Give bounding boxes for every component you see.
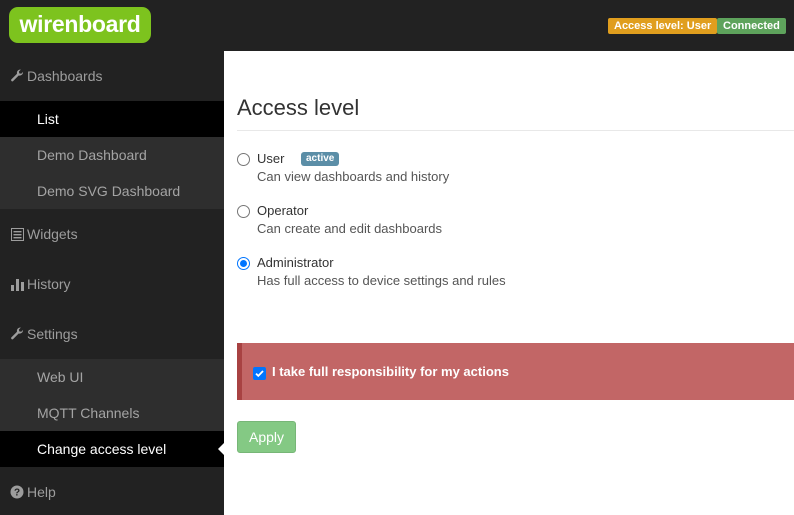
option-name-user: User bbox=[257, 151, 285, 166]
responsibility-checkbox[interactable] bbox=[253, 367, 266, 380]
wirenboard-logo[interactable]: wirenboard bbox=[9, 7, 151, 43]
active-badge: active bbox=[301, 152, 340, 166]
svg-text:?: ? bbox=[14, 488, 20, 499]
option-desc-administrator: Has full access to device settings and r… bbox=[257, 273, 506, 288]
responsibility-alert: I take full responsibility for my action… bbox=[237, 343, 794, 400]
sidebar-item-change-access-level[interactable]: Change access level bbox=[0, 431, 224, 467]
radio-user[interactable] bbox=[237, 153, 250, 166]
main-content: Access level User active Can view dashbo… bbox=[224, 51, 794, 515]
radio-administrator[interactable] bbox=[237, 257, 250, 270]
option-desc-user: Can view dashboards and history bbox=[257, 169, 450, 184]
sidebar-item-demo-dashboard[interactable]: Demo Dashboard bbox=[0, 137, 224, 173]
title-divider bbox=[237, 130, 794, 131]
sidebar-label-dashboards: Dashboards bbox=[27, 68, 103, 84]
sidebar-item-settings[interactable]: Settings bbox=[0, 324, 224, 344]
sidebar-label-widgets: Widgets bbox=[27, 226, 78, 242]
sidebar-item-demo-svg-dashboard[interactable]: Demo SVG Dashboard bbox=[0, 173, 224, 209]
sidebar-label-settings: Settings bbox=[27, 326, 78, 342]
option-desc-operator: Can create and edit dashboards bbox=[257, 221, 443, 236]
responsibility-label[interactable]: I take full responsibility for my action… bbox=[272, 364, 509, 379]
sidebar-item-history[interactable]: History bbox=[0, 274, 224, 294]
connection-status-badge: Connected bbox=[717, 18, 786, 34]
option-name-administrator: Administrator bbox=[257, 255, 334, 270]
option-name-operator: Operator bbox=[257, 203, 309, 218]
sidebar-item-dashboards[interactable]: Dashboards bbox=[0, 66, 224, 86]
sidebar-item-list[interactable]: List bbox=[0, 101, 224, 137]
list-icon bbox=[9, 224, 25, 244]
sidebar: Dashboards List Demo Dashboard Demo SVG … bbox=[0, 51, 224, 515]
sidebar-label-change-access-level: Change access level bbox=[37, 441, 167, 457]
sidebar-item-mqtt-channels[interactable]: MQTT Channels bbox=[0, 395, 224, 431]
access-level-badge: Access level: User bbox=[608, 18, 718, 34]
bar-chart-icon bbox=[9, 274, 25, 294]
wrench-icon bbox=[9, 324, 25, 344]
wrench-icon bbox=[9, 66, 25, 86]
radio-operator[interactable] bbox=[237, 205, 250, 218]
sidebar-item-web-ui[interactable]: Web UI bbox=[0, 359, 224, 395]
sidebar-label-help: Help bbox=[27, 484, 56, 500]
sidebar-item-help[interactable]: ? Help bbox=[0, 482, 224, 502]
apply-button[interactable]: Apply bbox=[237, 421, 296, 453]
page-title: Access level bbox=[237, 95, 360, 120]
question-circle-icon: ? bbox=[9, 482, 25, 502]
top-navbar: wirenboard Access level: User Connected bbox=[0, 0, 794, 51]
sidebar-label-history: History bbox=[27, 276, 71, 292]
sidebar-item-widgets[interactable]: Widgets bbox=[0, 224, 224, 244]
